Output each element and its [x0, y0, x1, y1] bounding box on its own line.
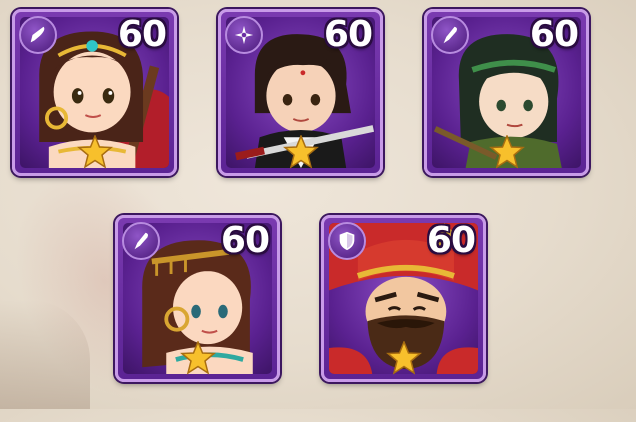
hero-level: 60: [529, 14, 579, 55]
hero-level: 60: [323, 14, 373, 55]
hero-level: 60: [117, 14, 167, 55]
star-icon: [282, 135, 319, 169]
star-icon: [76, 135, 113, 169]
star-icon: [385, 341, 422, 375]
hero-card-3[interactable]: 60: [424, 9, 589, 176]
star-icon: [179, 341, 216, 375]
hero-card-2[interactable]: 60: [218, 9, 383, 176]
hero-card-4[interactable]: 60: [115, 215, 280, 382]
hero-level: 60: [220, 220, 270, 261]
blade-icon: [19, 16, 57, 54]
blade-icon: [122, 222, 160, 260]
star-icon: [488, 135, 525, 169]
hero-level: 60: [426, 220, 476, 261]
hero-card-1[interactable]: 60: [12, 9, 177, 176]
shuriken-icon: [225, 16, 263, 54]
shield-icon: [328, 222, 366, 260]
hero-card-5[interactable]: 60: [321, 215, 486, 382]
blade-icon: [431, 16, 469, 54]
